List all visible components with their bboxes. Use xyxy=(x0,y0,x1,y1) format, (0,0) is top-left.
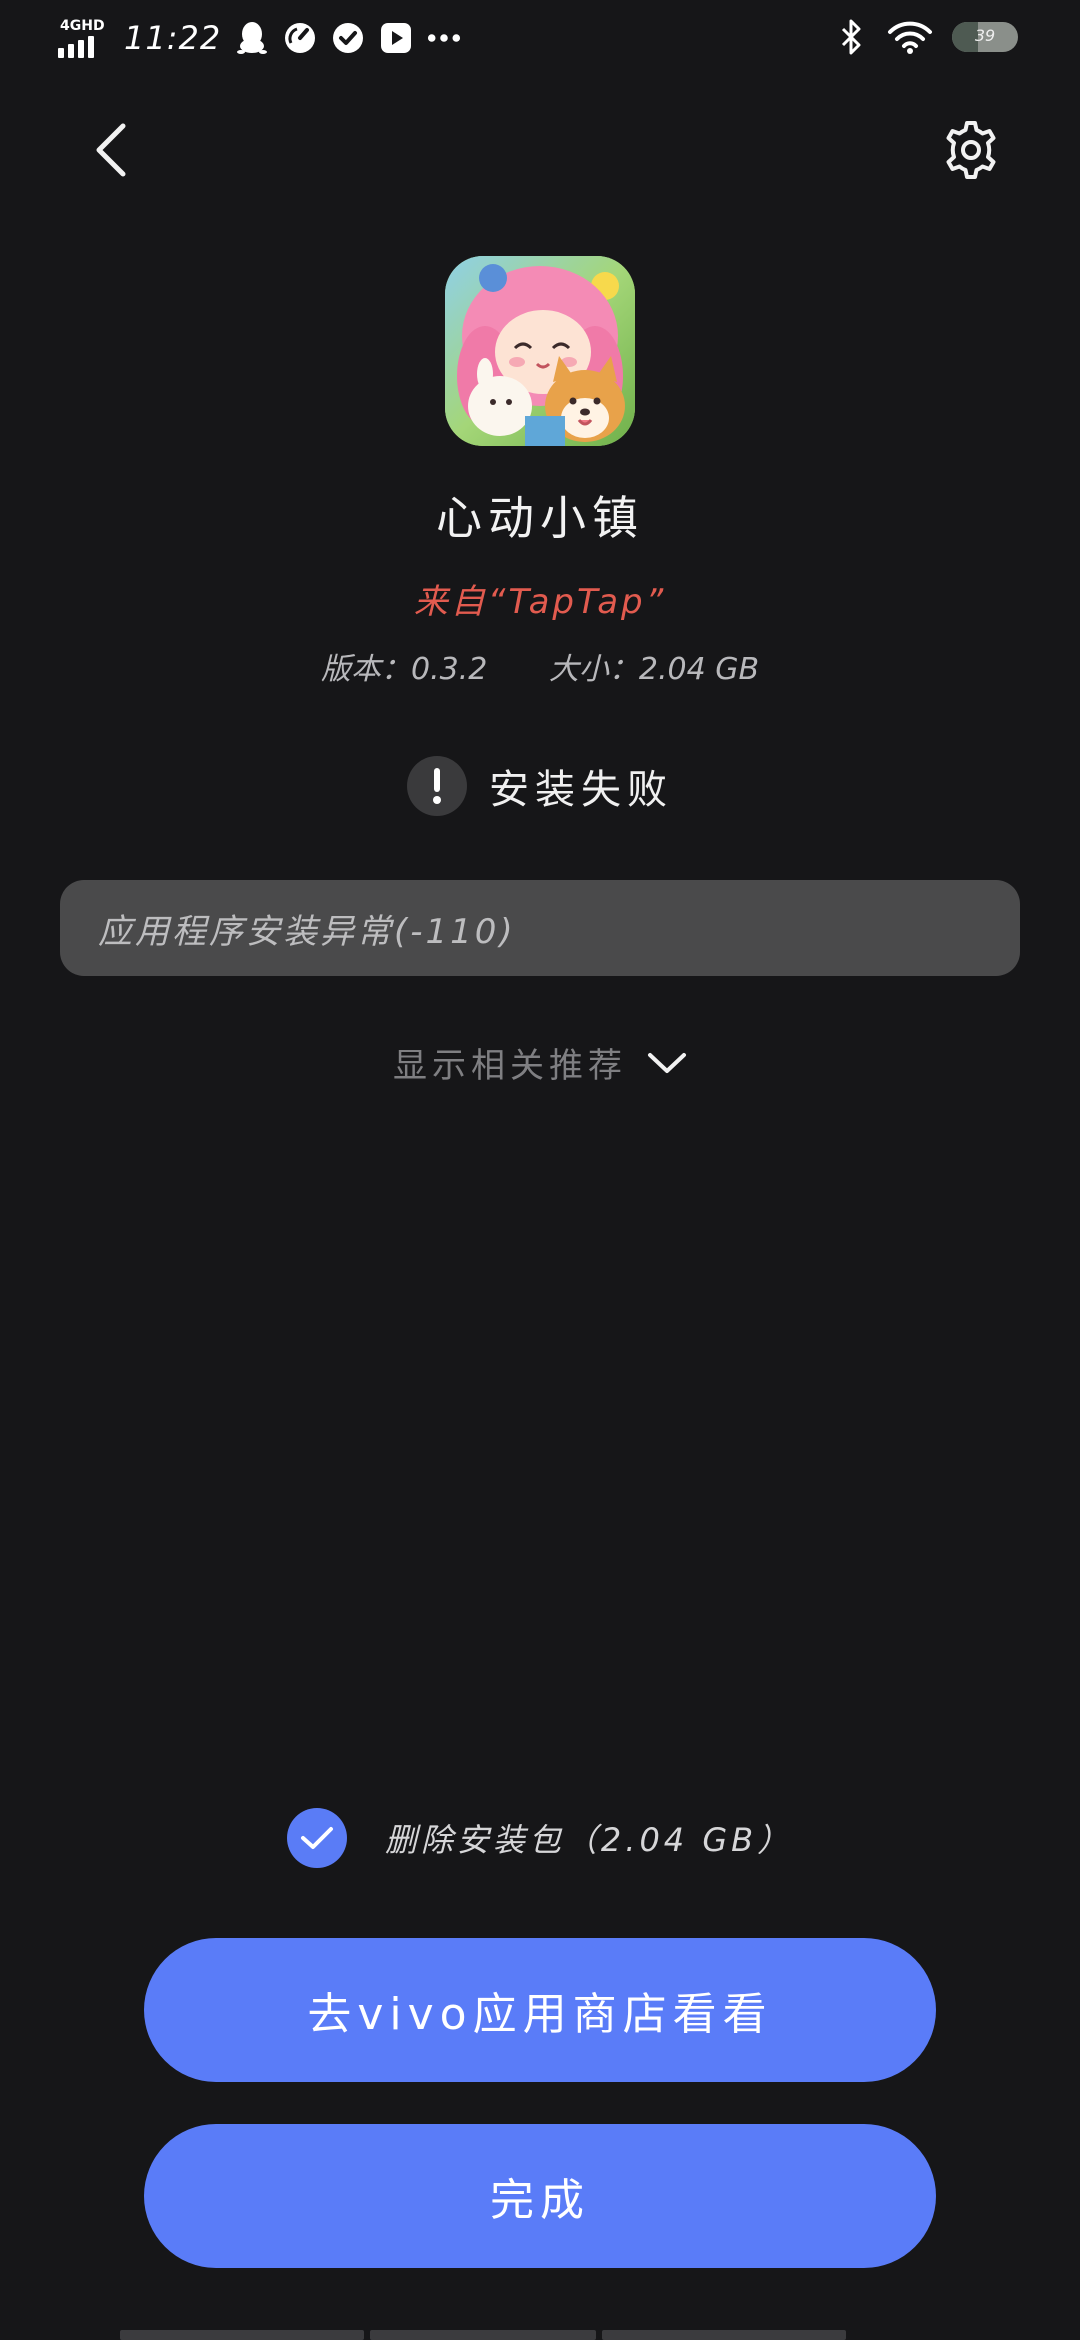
battery-icon: 39 xyxy=(952,22,1018,52)
exclamation-icon xyxy=(407,756,467,816)
network-type: 4GHD xyxy=(60,18,105,34)
qq-icon xyxy=(235,21,269,55)
open-store-button[interactable]: 去vivo应用商店看看 xyxy=(144,1938,936,2082)
done-button[interactable]: 完成 xyxy=(144,2124,936,2268)
status-bar-left: 4GHD 11:22 xyxy=(58,18,461,58)
app-meta: 版本：0.3.2 大小：2.04 GB xyxy=(0,644,1080,688)
app-version: 版本：0.3.2 xyxy=(320,652,488,687)
delete-package-row[interactable]: 删除安装包（2.04 GB） xyxy=(0,1808,1080,1868)
install-status-text: 安装失败 xyxy=(489,767,673,813)
battery-level: 39 xyxy=(974,26,996,45)
status-bar: 4GHD 11:22 39 xyxy=(0,0,1080,84)
app-source: 来自“TapTap” xyxy=(413,582,667,622)
error-message: 应用程序安装异常(-110) xyxy=(98,911,516,952)
app-icon xyxy=(445,256,635,446)
check-circle-icon xyxy=(331,21,365,55)
clock: 11:22 xyxy=(124,19,222,57)
app-install-screen: 4GHD 11:22 39 心动小镇 来自“TapTap” 版本：0.3.2 大… xyxy=(0,0,1080,2340)
app-size: 大小：2.04 GB xyxy=(548,652,760,687)
back-button[interactable] xyxy=(82,118,138,182)
signal-bars-icon xyxy=(58,36,94,58)
delete-package-checkbox[interactable] xyxy=(286,1808,347,1868)
delete-package-label: 删除安装包（2.04 GB） xyxy=(384,1821,794,1859)
wifi-icon xyxy=(886,20,934,54)
network-indicator: 4GHD xyxy=(58,18,106,58)
error-message-box: 应用程序安装异常(-110) xyxy=(60,880,1020,976)
bottom-edge xyxy=(120,2330,960,2340)
status-bar-right: 39 xyxy=(834,19,1018,55)
bluetooth-icon xyxy=(834,19,868,55)
app-name: 心动小镇 xyxy=(436,491,644,545)
recommend-label: 显示相关推荐 xyxy=(393,1046,627,1086)
play-icon xyxy=(379,21,413,55)
chevron-left-icon xyxy=(96,123,126,177)
show-recommendations-toggle[interactable]: 显示相关推荐 xyxy=(0,1038,1080,1087)
settings-button[interactable] xyxy=(936,118,1006,182)
check-icon xyxy=(300,1827,333,1849)
chevron-down-icon xyxy=(648,1052,686,1073)
install-status: 安装失败 xyxy=(0,756,1080,816)
speedometer-icon xyxy=(283,21,317,55)
gear-icon xyxy=(946,121,996,179)
more-icon xyxy=(427,21,461,55)
